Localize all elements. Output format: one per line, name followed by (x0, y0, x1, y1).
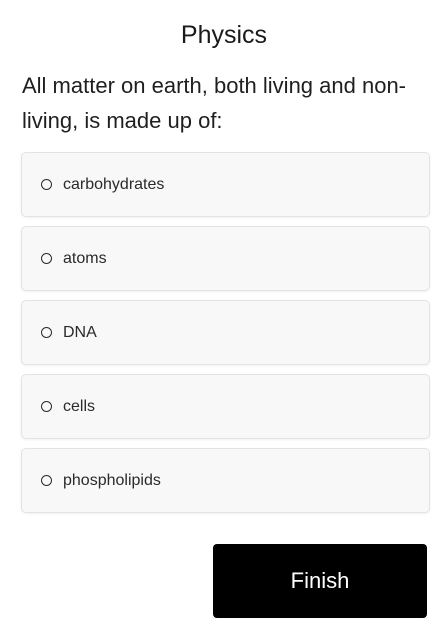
option-label: DNA (63, 323, 97, 341)
option-label: carbohydrates (63, 175, 165, 193)
radio-unselected-icon[interactable] (41, 327, 52, 338)
radio-unselected-icon[interactable] (41, 179, 52, 190)
option-atoms[interactable]: atoms (21, 226, 430, 291)
option-label: phospholipids (63, 471, 161, 489)
option-phospholipids[interactable]: phospholipids (21, 448, 430, 513)
finish-button[interactable]: Finish (213, 544, 427, 618)
quiz-container: Physics All matter on earth, both living… (0, 0, 448, 633)
option-label: atoms (63, 249, 107, 267)
answer-options: carbohydrates atoms DNA cells phospholip… (21, 152, 430, 522)
option-cells[interactable]: cells (21, 374, 430, 439)
option-dna[interactable]: DNA (21, 300, 430, 365)
option-label: cells (63, 397, 96, 415)
radio-unselected-icon[interactable] (41, 253, 52, 264)
radio-unselected-icon[interactable] (41, 475, 52, 486)
quiz-title: Physics (180, 21, 268, 49)
radio-unselected-icon[interactable] (41, 401, 52, 412)
question-text: All matter on earth, both living and non… (22, 73, 407, 133)
option-carbohydrates[interactable]: carbohydrates (21, 152, 430, 217)
